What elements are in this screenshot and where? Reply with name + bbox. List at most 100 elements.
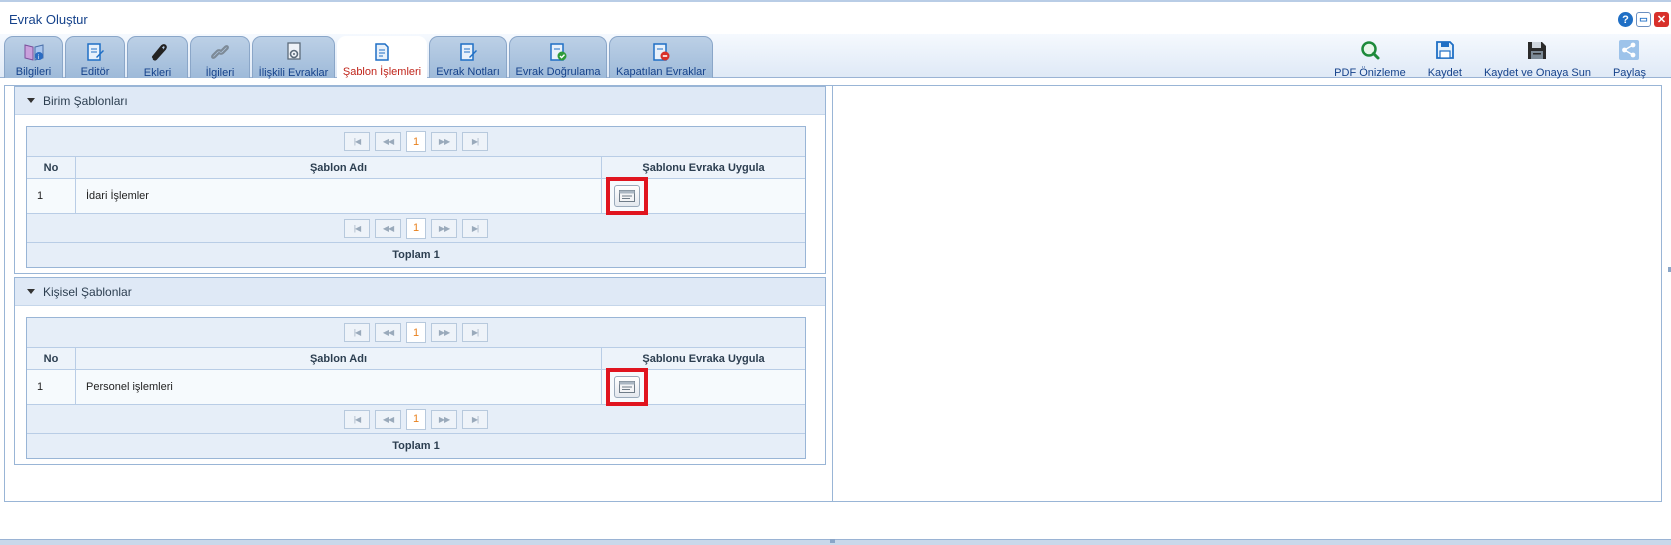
first-page-button[interactable]: |◀ — [344, 323, 370, 342]
tab-sablon-islemleri[interactable]: Şablon İşlemleri — [337, 36, 427, 78]
personal-templates-section: Kişisel Şablonlar |◀ ◀◀ 1 ▶▶ ▶| No Şablo… — [14, 277, 826, 465]
grid-header: No Şablon Adı Şablonu Evraka Uygula — [27, 157, 805, 179]
grid-header: No Şablon Adı Şablonu Evraka Uygula — [27, 348, 805, 370]
pager-bottom: |◀ ◀◀ 1 ▶▶ ▶| — [27, 404, 805, 434]
bottom-strip — [0, 539, 1671, 545]
pager-top: |◀ ◀◀ 1 ▶▶ ▶| — [27, 127, 805, 157]
tab-ekleri[interactable]: Ekleri — [127, 36, 188, 79]
section-title: Birim Şablonları — [43, 93, 128, 108]
tab-label: Kapatılan Evraklar — [616, 66, 706, 78]
save-icon — [1433, 38, 1457, 62]
tab-evrak-dogrulama[interactable]: Evrak Doğrulama — [509, 36, 607, 78]
tab-ilgileri[interactable]: İlgileri — [190, 36, 250, 79]
title-bar: Evrak Oluştur ? ▭ ✕ — [0, 4, 1671, 34]
unit-templates-grid: |◀ ◀◀ 1 ▶▶ ▶| No Şablon Adı Şablonu Evra… — [26, 126, 806, 268]
row-apply-cell — [602, 368, 805, 406]
page-number[interactable]: 1 — [406, 408, 426, 430]
tab-editor[interactable]: Editör — [65, 36, 125, 78]
save-button[interactable]: Kaydet — [1417, 38, 1473, 79]
section-body: |◀ ◀◀ 1 ▶▶ ▶| No Şablon Adı Şablonu Evra… — [15, 306, 825, 470]
prev-page-button[interactable]: ◀◀ — [375, 132, 401, 151]
next-page-button[interactable]: ▶▶ — [431, 132, 457, 151]
tab-iliskili-evraklar[interactable]: İlişkili Evraklar — [252, 36, 335, 79]
share-icon — [1617, 38, 1641, 62]
column-header-no[interactable]: No — [27, 348, 76, 369]
tab-label: Evrak Notları — [436, 66, 500, 78]
table-row[interactable]: 1 Personel işlemleri — [27, 368, 805, 406]
first-page-button[interactable]: |◀ — [344, 218, 370, 238]
tab-kapatilan-evraklar[interactable]: Kapatılan Evraklar — [609, 36, 713, 78]
highlight-frame — [606, 177, 648, 215]
column-header-name[interactable]: Şablon Adı — [76, 157, 602, 178]
row-no: 1 — [27, 179, 76, 213]
page-number[interactable]: 1 — [406, 217, 426, 239]
next-page-button[interactable]: ▶▶ — [431, 218, 457, 238]
action-label: Kaydet ve Onaya Sun — [1483, 67, 1591, 79]
apply-template-button[interactable] — [614, 376, 640, 398]
prev-page-button[interactable]: ◀◀ — [375, 218, 401, 238]
action-label: PDF Önizleme — [1334, 67, 1406, 79]
tab-label: Evrak Doğrulama — [515, 66, 601, 78]
window-title: Evrak Oluştur — [9, 12, 88, 27]
last-page-button[interactable]: ▶| — [462, 132, 488, 151]
column-header-apply[interactable]: Şablonu Evraka Uygula — [602, 348, 805, 369]
collapse-arrow-icon[interactable] — [27, 98, 35, 103]
document-closed-icon — [650, 41, 672, 62]
last-page-button[interactable]: ▶| — [462, 323, 488, 342]
document-create-window: Evrak Oluştur ? ▭ ✕ i Bilgileri Editör E… — [0, 0, 1671, 545]
page-number[interactable]: 1 — [406, 322, 426, 343]
collapse-arrow-icon[interactable] — [27, 289, 35, 294]
apply-template-button[interactable] — [614, 185, 640, 207]
prev-page-button[interactable]: ◀◀ — [375, 409, 401, 429]
grid-footer-total: Toplam 1 — [27, 434, 805, 458]
book-info-icon: i — [23, 41, 45, 62]
highlight-frame — [606, 368, 648, 406]
action-label: Paylaş — [1612, 67, 1646, 79]
row-apply-cell — [602, 177, 805, 215]
pdf-preview-button[interactable]: PDF Önizleme — [1323, 38, 1417, 79]
action-label: Kaydet — [1427, 67, 1462, 79]
page-number[interactable]: 1 — [406, 131, 426, 152]
help-icon[interactable]: ? — [1618, 12, 1633, 27]
pager-bottom: |◀ ◀◀ 1 ▶▶ ▶| — [27, 213, 805, 243]
column-header-no[interactable]: No — [27, 157, 76, 178]
related-documents-icon — [283, 41, 305, 63]
apply-template-icon — [619, 190, 635, 202]
next-page-button[interactable]: ▶▶ — [431, 323, 457, 342]
first-page-button[interactable]: |◀ — [344, 132, 370, 151]
tab-label: Bilgileri — [15, 66, 52, 78]
template-pane: Birim Şablonları |◀ ◀◀ 1 ▶▶ ▶| No Şablon… — [5, 86, 833, 501]
link-icon — [209, 41, 231, 63]
first-page-button[interactable]: |◀ — [344, 409, 370, 429]
section-header[interactable]: Kişisel Şablonlar — [15, 278, 825, 306]
maximize-icon[interactable]: ▭ — [1636, 12, 1651, 27]
last-page-button[interactable]: ▶| — [462, 218, 488, 238]
next-page-button[interactable]: ▶▶ — [431, 409, 457, 429]
row-template-name: İdari İşlemler — [76, 179, 602, 213]
pager-top: |◀ ◀◀ 1 ▶▶ ▶| — [27, 318, 805, 348]
table-row[interactable]: 1 İdari İşlemler — [27, 177, 805, 215]
tab-label: İlgileri — [205, 67, 235, 79]
column-header-apply[interactable]: Şablonu Evraka Uygula — [602, 157, 805, 178]
save-and-submit-button[interactable]: Kaydet ve Onaya Sun — [1473, 38, 1602, 79]
row-template-name: Personel işlemleri — [76, 370, 602, 404]
window-controls: ? ▭ ✕ — [1618, 12, 1669, 27]
document-edit-icon — [84, 41, 106, 62]
close-icon[interactable]: ✕ — [1654, 12, 1669, 27]
tab-evrak-notlari[interactable]: Evrak Notları — [429, 36, 507, 78]
last-page-button[interactable]: ▶| — [462, 409, 488, 429]
prev-page-button[interactable]: ◀◀ — [375, 323, 401, 342]
tab-label: Şablon İşlemleri — [342, 66, 422, 78]
unit-templates-section: Birim Şablonları |◀ ◀◀ 1 ▶▶ ▶| No Şablon… — [14, 86, 826, 274]
tab-bilgileri[interactable]: i Bilgileri — [4, 36, 63, 78]
resize-handle-bottom[interactable] — [830, 539, 835, 543]
section-header[interactable]: Birim Şablonları — [15, 87, 825, 115]
row-no: 1 — [27, 370, 76, 404]
tab-label: İlişkili Evraklar — [258, 67, 329, 79]
document-notes-icon — [457, 41, 479, 62]
section-title: Kişisel Şablonlar — [43, 284, 132, 299]
apply-template-icon — [619, 381, 635, 393]
template-document-icon — [371, 41, 393, 62]
share-button[interactable]: Paylaş — [1602, 38, 1657, 79]
column-header-name[interactable]: Şablon Adı — [76, 348, 602, 369]
